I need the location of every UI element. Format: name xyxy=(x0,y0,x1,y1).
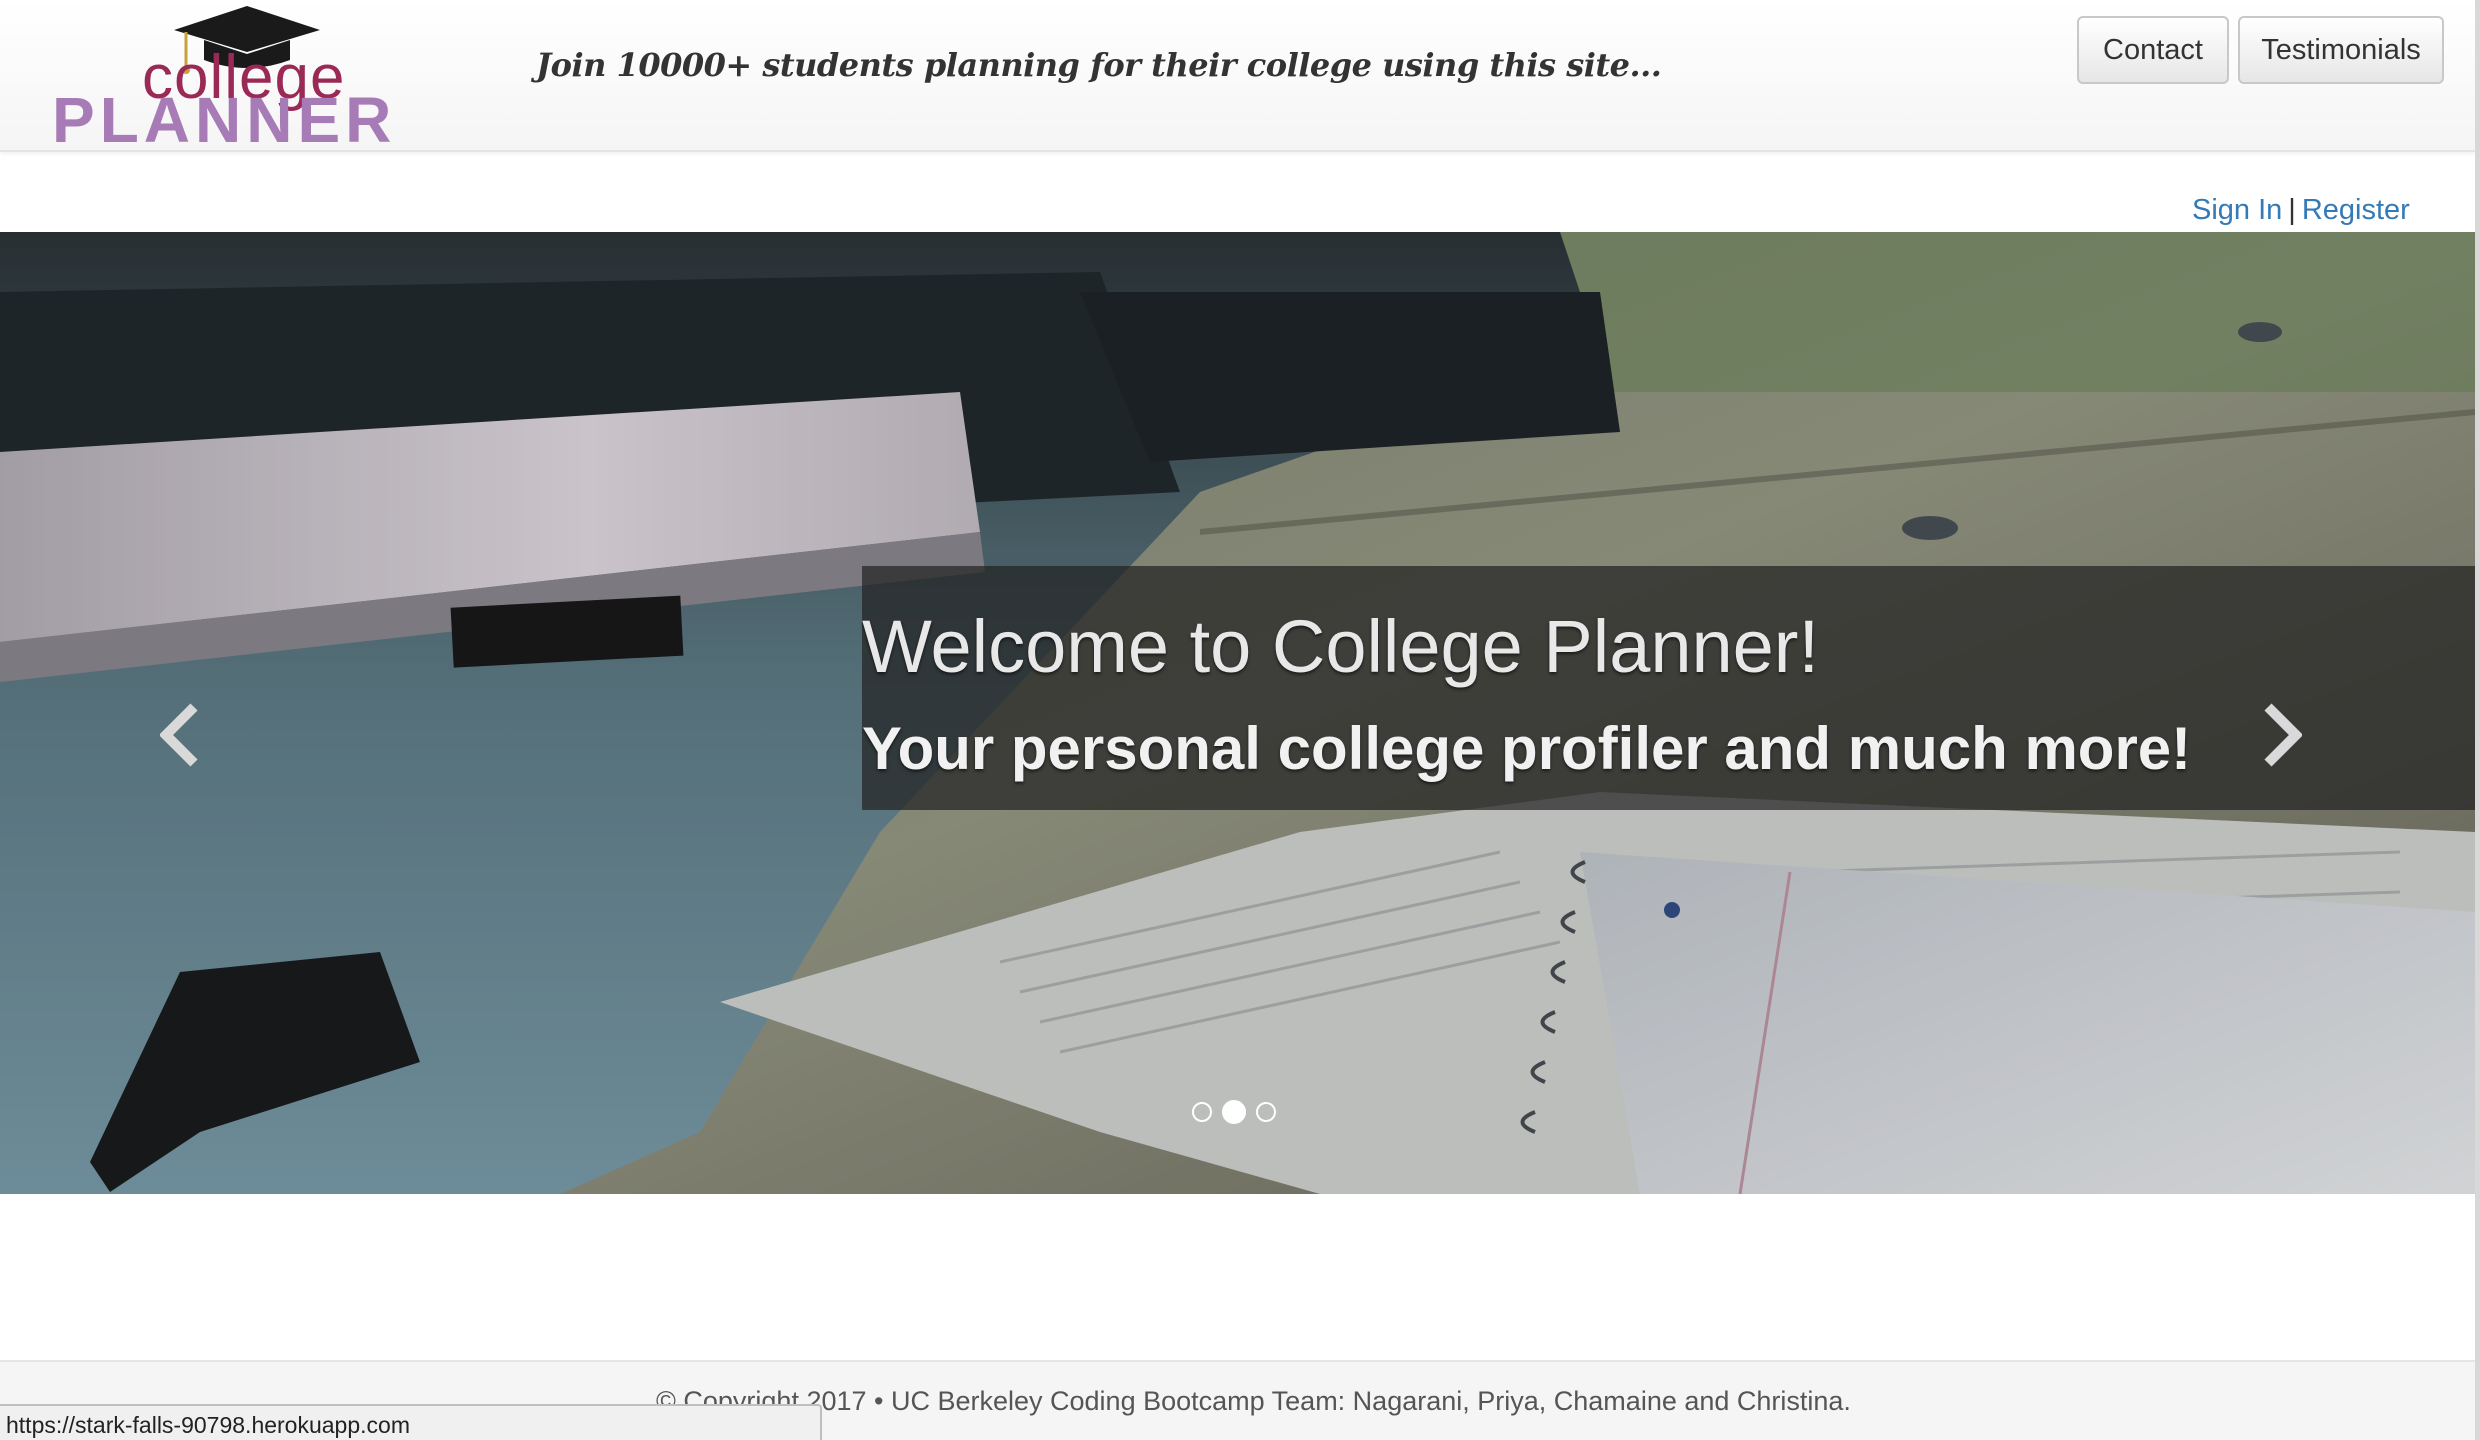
contact-button[interactable]: Contact xyxy=(2077,16,2229,84)
testimonials-button[interactable]: Testimonials xyxy=(2238,16,2444,84)
top-navbar: college PLANNER Join 10000+ students pla… xyxy=(0,0,2475,152)
auth-links: Sign In | Register xyxy=(2192,194,2410,227)
carousel-indicators xyxy=(1192,1100,1276,1124)
carousel-next-button[interactable] xyxy=(2262,692,2304,782)
register-link[interactable]: Register xyxy=(2302,194,2410,226)
sign-in-link[interactable]: Sign In xyxy=(2192,194,2282,226)
footer-copyright: © Copyright 2017 • UC Berkeley Coding Bo… xyxy=(656,1386,1851,1416)
browser-status-bar: https://stark-falls-90798.herokuapp.com xyxy=(0,1404,822,1440)
chevron-right-icon xyxy=(2264,703,2304,767)
logo-word-planner: PLANNER xyxy=(52,84,397,156)
chevron-left-icon xyxy=(158,703,198,767)
carousel-prev-button[interactable] xyxy=(158,692,200,782)
carousel-indicator-3[interactable] xyxy=(1256,1102,1276,1122)
auth-separator: | xyxy=(2288,194,2296,226)
site-tagline: Join 10000+ students planning for their … xyxy=(536,46,1662,84)
hero-carousel[interactable]: Welcome to College Planner! Your persona… xyxy=(0,232,2475,1194)
carousel-caption-subtitle: Your personal college profiler and much … xyxy=(862,715,2192,782)
carousel-caption-title: Welcome to College Planner! xyxy=(862,605,1820,688)
carousel-indicator-1[interactable] xyxy=(1192,1102,1212,1122)
college-planner-logo[interactable]: college PLANNER xyxy=(52,4,412,152)
page-scrollbar[interactable] xyxy=(2475,0,2480,1440)
carousel-indicator-2[interactable] xyxy=(1222,1100,1246,1124)
